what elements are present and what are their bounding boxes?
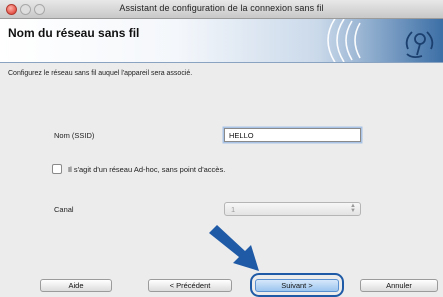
setup-assistant-window: Assistant de configuration de la connexi… [0, 0, 443, 297]
page-title: Nom du réseau sans fil [8, 26, 140, 40]
header-banner: Nom du réseau sans fil [0, 19, 443, 63]
updown-arrows-icon: ▲ ▼ [350, 203, 356, 214]
arrow-pointer-icon [209, 225, 259, 271]
channel-label: Canal [54, 205, 74, 214]
channel-select[interactable]: 1 ▲ ▼ [224, 202, 361, 216]
adhoc-checkbox[interactable] [52, 164, 62, 174]
window-title: Assistant de configuration de la connexi… [119, 3, 324, 13]
ssid-label: Nom (SSID) [54, 131, 95, 140]
ssid-input[interactable]: HELLO [224, 128, 361, 142]
previous-button[interactable]: < Précédent [148, 279, 232, 292]
adhoc-label: Il s'agit d'un réseau Ad-hoc, sans point… [68, 165, 226, 174]
wireless-logo-icon [327, 19, 434, 62]
title-bar: Assistant de configuration de la connexi… [0, 0, 443, 19]
cancel-button[interactable]: Annuler [360, 279, 438, 292]
intro-text: Configurez le réseau sans fil auquel l'a… [8, 70, 193, 77]
help-button[interactable]: Aide [40, 279, 112, 292]
next-button[interactable]: Suivant > [255, 279, 339, 292]
channel-select-value: 1 [231, 205, 236, 214]
